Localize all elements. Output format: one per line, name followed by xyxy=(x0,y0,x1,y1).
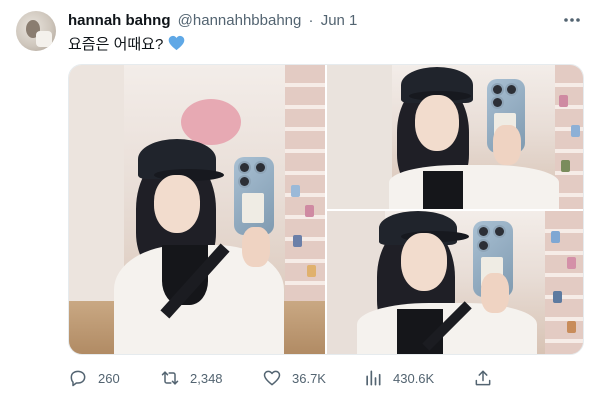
reply-count: 260 xyxy=(98,370,120,386)
store-shelf xyxy=(555,65,583,209)
camera-lens xyxy=(240,177,249,186)
shelf-item xyxy=(553,291,562,303)
header-separator: · xyxy=(308,12,314,29)
avatar[interactable] xyxy=(16,11,56,51)
author-display-name[interactable]: hannah bahng xyxy=(68,12,171,29)
peace-sign-hand xyxy=(481,273,509,313)
person xyxy=(357,211,537,354)
shelf-item xyxy=(291,185,300,197)
camera-lens xyxy=(479,241,488,250)
blue-heart-emoji-icon xyxy=(168,35,185,56)
shelf-item xyxy=(567,321,576,333)
camera-lens xyxy=(495,227,504,236)
shelf-item xyxy=(561,160,570,172)
white-cardigan xyxy=(389,165,559,209)
camera-lens xyxy=(507,85,516,94)
camera-lens xyxy=(493,85,502,94)
person xyxy=(114,125,284,354)
avatar-object xyxy=(36,31,52,47)
camera-lens xyxy=(256,163,265,172)
share-upload-icon xyxy=(473,368,493,388)
peace-sign-hand xyxy=(493,125,521,165)
media-grid xyxy=(68,64,584,355)
shelf-item xyxy=(307,265,316,277)
store-wall xyxy=(327,65,392,209)
author-handle[interactable]: @hannahhbbahng xyxy=(178,12,302,29)
shelf-item xyxy=(305,205,314,217)
shelf-item xyxy=(551,231,560,243)
more-options-button[interactable] xyxy=(560,10,584,30)
tweet-card: hannah bahng @hannahhbbahng · Jun 1 요즘은 … xyxy=(0,0,589,401)
tweet-header: hannah bahng @hannahhbbahng · Jun 1 xyxy=(68,12,357,29)
views-count: 430.6K xyxy=(393,370,435,386)
share-button[interactable] xyxy=(473,364,493,392)
retweet-button[interactable]: 2,348 xyxy=(160,364,223,392)
photo-3[interactable] xyxy=(327,211,583,354)
photo-1[interactable] xyxy=(69,65,325,354)
face xyxy=(154,175,200,233)
reply-bubble-icon xyxy=(68,368,88,388)
tweet-actions: 260 2,348 36.7K 430.6K xyxy=(68,364,584,392)
more-horizontal-icon xyxy=(560,10,584,30)
shelf-item xyxy=(567,257,576,269)
person xyxy=(389,65,559,209)
smartphone xyxy=(234,157,274,235)
retweet-count: 2,348 xyxy=(190,370,223,386)
heart-outline-icon xyxy=(262,368,282,388)
tweet-date[interactable]: Jun 1 xyxy=(321,12,358,29)
camera-lens xyxy=(240,163,249,172)
analytics-bars-icon xyxy=(363,368,383,388)
black-top xyxy=(423,171,463,209)
reply-button[interactable]: 260 xyxy=(68,364,120,392)
shelf-item xyxy=(293,235,302,247)
camera-lens xyxy=(493,98,502,107)
like-button[interactable]: 36.7K xyxy=(262,364,326,392)
camera-lens xyxy=(479,227,488,236)
peace-sign-hand xyxy=(242,227,270,267)
face xyxy=(401,233,447,291)
phone-sticker xyxy=(242,193,264,223)
photo-2[interactable] xyxy=(327,65,583,209)
shelf-item xyxy=(559,95,568,107)
retweet-arrows-icon xyxy=(160,368,180,388)
like-count: 36.7K xyxy=(292,370,326,386)
store-shelf xyxy=(545,211,583,354)
views-button[interactable]: 430.6K xyxy=(363,364,434,392)
shelf-item xyxy=(571,125,580,137)
tweet-text: 요즘은 어때요? xyxy=(68,35,185,56)
tweet-text-body: 요즘은 어때요? xyxy=(68,36,164,53)
face xyxy=(415,95,459,151)
